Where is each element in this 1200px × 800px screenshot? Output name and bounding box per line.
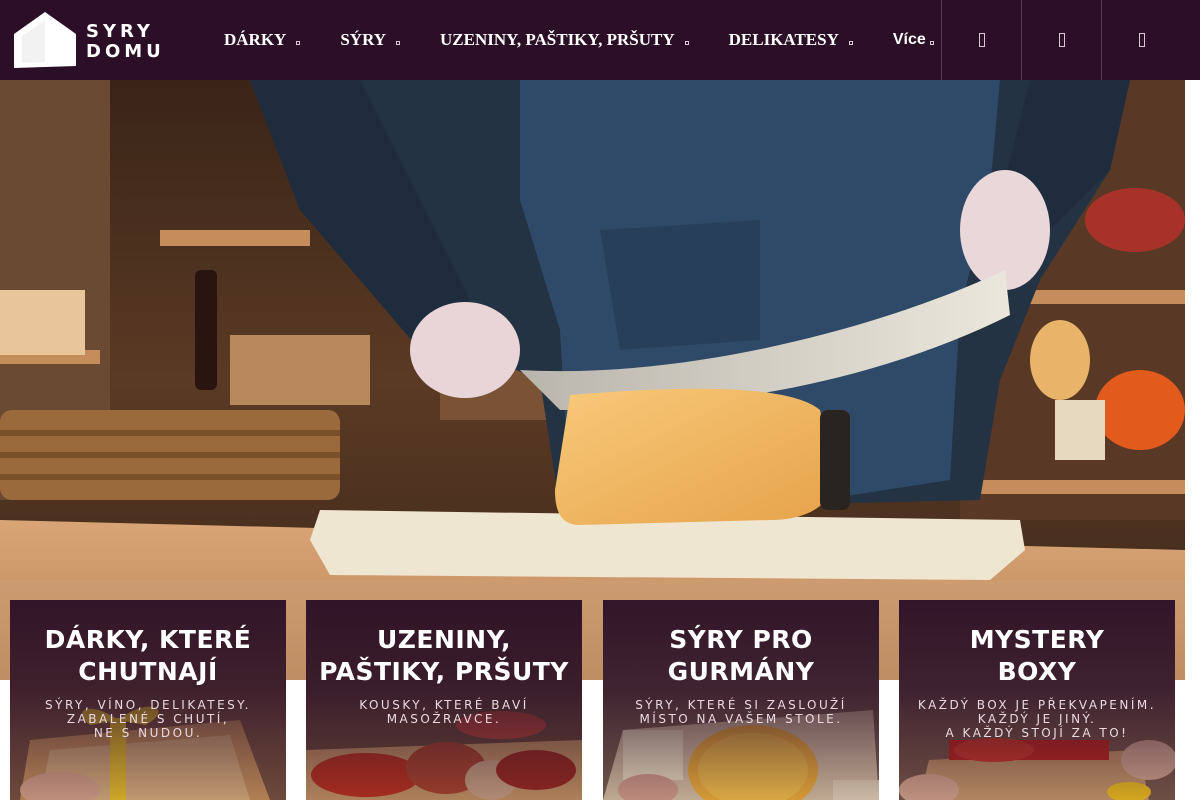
card-title-line2: BOXY [997,657,1077,686]
card-subtitle-line3: NE S NUDOU. [93,726,203,740]
card-subtitle: SÝRY, KTERÉ SI ZASLOUŽÍ MÍSTO NA VAŠEM S… [603,698,879,726]
account-button[interactable] [1021,0,1101,80]
card-subtitle: SÝRY, VÍNO, DELIKATESY. ZABALENÉ S CHUTÍ… [10,698,286,740]
card-subtitle-line1: SÝRY, VÍNO, DELIKATESY. [45,698,251,712]
card-subtitle-line2: MÍSTO NA VAŠEM STOLE. [639,712,843,726]
card-subtitle-line1: KAŽDÝ BOX JE PŘEKVAPENÍM. [917,698,1157,712]
card-subtitle-line1: KOUSKY, KTERÉ BAVÍ [359,698,529,712]
nav-item-label: DÁRKY [224,30,287,49]
cart-icon [1138,33,1145,47]
nav-item-delikatesy[interactable]: DELIKATESY [729,30,853,50]
logo-text-line2: DOMU [86,41,165,62]
nav-item-darky[interactable]: DÁRKY [224,30,301,50]
nav-item-label: DELIKATESY [728,30,839,49]
hero-image [0,80,1185,680]
chevron-down-icon [396,41,401,45]
logo-text-line1: SYRY [86,21,154,42]
house-logo-icon [14,12,76,68]
logo-text: SYRY DOMU [86,22,165,62]
card-subtitle-line3: A KAŽDÝ STOJÍ ZA TO! [945,726,1129,740]
card-title-line1: MYSTERY [969,625,1105,654]
search-icon [978,33,985,47]
card-subtitle-line2: MASOŽRAVCE. [386,712,502,726]
card-title-line1: DÁRKY, KTERÉ [44,625,252,654]
nav-item-vice[interactable]: Více [893,31,934,49]
card-subtitle: KAŽDÝ BOX JE PŘEKVAPENÍM. KAŽDÝ JE JINÝ.… [899,698,1175,740]
card-uzeniny[interactable]: UZENINY, PAŠTIKY, PRŠUTY KOUSKY, KTERÉ B… [306,600,582,800]
nav-item-uzeniny[interactable]: UZENINY, PAŠTIKY, PRŠUTY [440,30,689,50]
card-syry[interactable]: SÝRY PRO GURMÁNY SÝRY, KTERÉ SI ZASLOUŽÍ… [603,600,879,800]
hero-illustration [0,80,1185,680]
nav-item-label: Více [892,31,926,48]
main-nav: DÁRKY SÝRY UZENINY, PAŠTIKY, PRŠUTY DELI… [224,0,974,80]
card-subtitle-line2: KAŽDÝ JE JINÝ. [977,712,1097,726]
chevron-down-icon [929,41,934,45]
card-title-line1: SÝRY PRO [669,625,813,654]
card-subtitle-line2: ZABALENÉ S CHUTÍ, [66,712,230,726]
card-mystery-boxy[interactable]: MYSTERY BOXY KAŽDÝ BOX JE PŘEKVAPENÍM. K… [899,600,1175,800]
search-button[interactable] [941,0,1021,80]
card-title: SÝRY PRO GURMÁNY [603,624,879,688]
card-subtitle: KOUSKY, KTERÉ BAVÍ MASOŽRAVCE. [306,698,582,726]
card-title: DÁRKY, KTERÉ CHUTNAJÍ [10,624,286,688]
card-title-line2: GURMÁNY [667,657,815,686]
cart-button[interactable] [1101,0,1181,80]
card-title: UZENINY, PAŠTIKY, PRŠUTY [306,624,582,688]
card-subtitle-line1: SÝRY, KTERÉ SI ZASLOUŽÍ [635,698,847,712]
logo[interactable]: SYRY DOMU [14,12,164,68]
site-header: SYRY DOMU DÁRKY SÝRY UZENINY, PAŠTIKY, P… [0,0,1200,80]
scrollbar[interactable] [1185,80,1200,800]
card-title-line2: PAŠTIKY, PRŠUTY [319,657,569,686]
header-icons [941,0,1181,80]
card-title: MYSTERY BOXY [899,624,1175,688]
chevron-down-icon [684,41,689,45]
chevron-down-icon [848,41,853,45]
card-title-line1: UZENINY, [376,625,512,654]
nav-item-label: SÝRY [340,30,387,49]
nav-item-label: UZENINY, PAŠTIKY, PRŠUTY [440,30,675,49]
card-darky[interactable]: DÁRKY, KTERÉ CHUTNAJÍ SÝRY, VÍNO, DELIKA… [10,600,286,800]
category-cards: DÁRKY, KTERÉ CHUTNAJÍ SÝRY, VÍNO, DELIKA… [0,600,1185,800]
card-title-line2: CHUTNAJÍ [78,657,218,686]
user-icon [1058,33,1065,47]
nav-item-syry[interactable]: SÝRY [340,30,401,50]
chevron-down-icon [296,41,301,45]
